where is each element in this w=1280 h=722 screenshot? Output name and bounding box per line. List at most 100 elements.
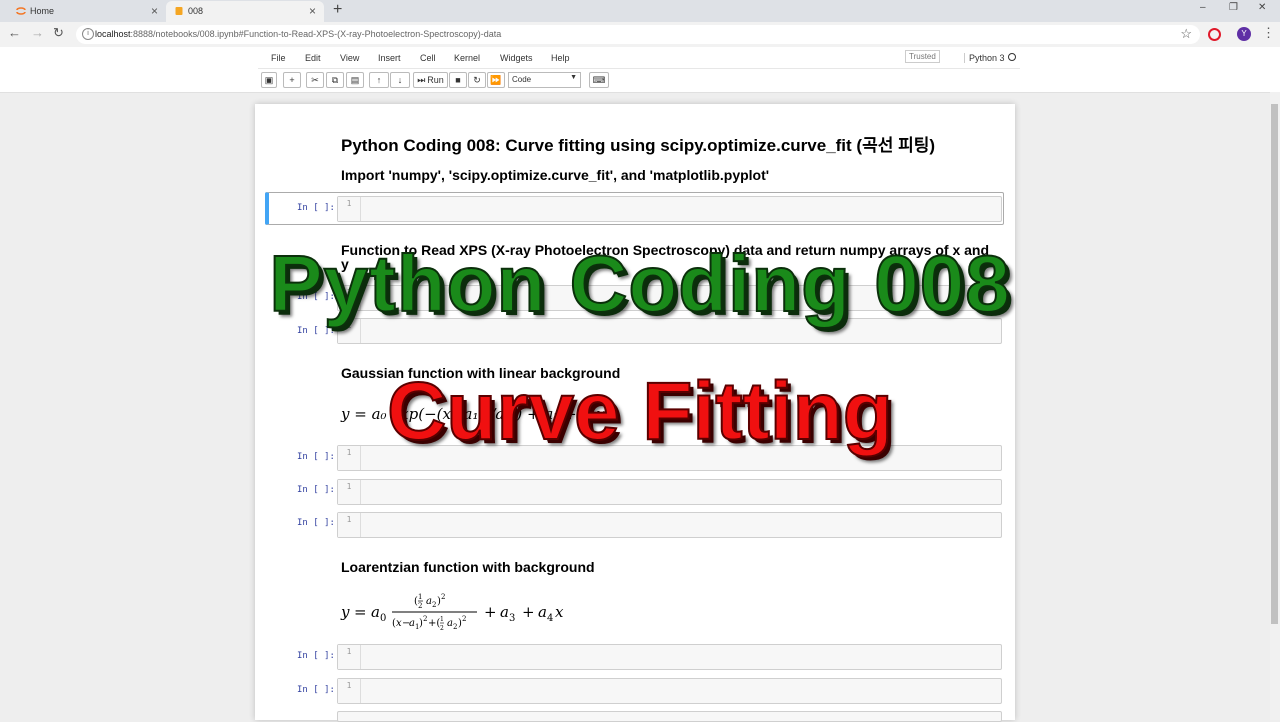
- overlay-title-line1: Python Coding 008: [268, 238, 1011, 329]
- menu-help[interactable]: Help: [551, 53, 570, 63]
- menu-edit[interactable]: Edit: [305, 53, 321, 63]
- code-cell-input[interactable]: 1: [337, 512, 1002, 538]
- restart-icon[interactable]: ↻: [468, 72, 486, 88]
- bookmark-star-icon[interactable]: ☆: [1180, 26, 1192, 42]
- back-icon[interactable]: ←: [8, 25, 21, 40]
- cell-prompt: In [ ]:: [297, 203, 335, 213]
- svg-text:2: 2: [423, 615, 427, 623]
- line-number: 1: [338, 197, 361, 221]
- menu-widgets[interactable]: Widgets: [500, 53, 533, 63]
- svg-text:+: +: [484, 603, 497, 621]
- close-tab-icon[interactable]: ×: [151, 4, 158, 18]
- browser-tab-strip: Home × 008 × + – ❐ ✕: [0, 0, 1280, 22]
- menubar: File Edit View Insert Cell Kernel Widget…: [258, 47, 1020, 69]
- svg-text:2: 2: [453, 623, 457, 631]
- svg-text:=: =: [354, 603, 367, 621]
- menu-kernel[interactable]: Kernel: [454, 53, 480, 63]
- move-down-icon[interactable]: ↓: [390, 72, 410, 88]
- run-icon: ⏭: [417, 75, 426, 85]
- url-path: :8888/notebooks/008.ipynb#Function-to-Re…: [130, 29, 502, 39]
- save-icon[interactable]: ▣: [261, 72, 277, 88]
- code-cell-input[interactable]: [337, 711, 1002, 722]
- svg-text:a: a: [500, 603, 509, 621]
- run-button[interactable]: ⏭ Run: [413, 72, 448, 88]
- import-heading: Import 'numpy', 'scipy.optimize.curve_fi…: [341, 167, 770, 183]
- new-tab-icon[interactable]: +: [333, 1, 342, 19]
- tab-notebook[interactable]: 008 ×: [166, 1, 324, 22]
- close-window-icon[interactable]: ✕: [1258, 2, 1266, 13]
- lorentzian-equation: y = a0 ( 1 2 a2 ) 2 ( x − a1 ) 2 +( 1 2 a…: [340, 593, 564, 632]
- svg-text:1: 1: [418, 593, 422, 601]
- line-number: 1: [338, 480, 361, 504]
- menu-file[interactable]: File: [271, 53, 286, 63]
- jupyter-header: File Edit View Insert Cell Kernel Widget…: [0, 47, 1280, 93]
- move-up-icon[interactable]: ↑: [369, 72, 389, 88]
- cell-type-select[interactable]: Code ▼: [508, 72, 581, 88]
- svg-text:+(: +(: [428, 618, 440, 629]
- overlay-title-line2: Curve Fitting: [386, 365, 894, 458]
- line-number: 1: [338, 645, 361, 669]
- run-label: Run: [427, 75, 444, 85]
- interrupt-icon[interactable]: ■: [449, 72, 467, 88]
- line-number: 1: [338, 513, 361, 537]
- cell-prompt: In [ ]:: [297, 651, 335, 661]
- svg-text:y: y: [340, 603, 350, 621]
- insert-cell-icon[interactable]: +: [283, 72, 301, 88]
- notebook-icon: [175, 7, 183, 15]
- notebook-title: Python Coding 008: Curve fitting using s…: [341, 136, 936, 155]
- minimize-icon[interactable]: –: [1200, 2, 1206, 13]
- restore-icon[interactable]: ❐: [1229, 2, 1238, 13]
- keyboard-icon[interactable]: ⌨: [589, 72, 609, 88]
- svg-text:3: 3: [509, 613, 515, 624]
- copy-icon[interactable]: ⧉: [326, 72, 344, 88]
- code-cell-input[interactable]: 1: [337, 644, 1002, 670]
- svg-text:x: x: [555, 603, 564, 621]
- tab-title: Home: [30, 6, 55, 16]
- lorentzian-heading: Loarentzian function with background: [341, 559, 595, 575]
- kernel-name: Python 3: [964, 53, 1005, 63]
- line-number: 1: [338, 679, 361, 703]
- address-bar[interactable]: i localhost:8888/notebooks/008.ipynb#Fun…: [76, 25, 1200, 44]
- cell-prompt: In [ ]:: [297, 485, 335, 495]
- menu-view[interactable]: View: [340, 53, 359, 63]
- svg-text:a: a: [538, 603, 547, 621]
- svg-text:2: 2: [441, 593, 445, 601]
- code-cell-input[interactable]: 1: [337, 479, 1002, 505]
- cut-icon[interactable]: ✂: [306, 72, 324, 88]
- opera-extension-icon[interactable]: [1208, 28, 1221, 41]
- forward-icon[interactable]: →: [31, 25, 44, 40]
- trusted-indicator[interactable]: Trusted: [905, 50, 940, 63]
- svg-text:2: 2: [432, 601, 436, 609]
- code-cell-input[interactable]: 1: [337, 196, 1002, 222]
- tab-home[interactable]: Home ×: [8, 1, 166, 22]
- cell-prompt: In [ ]:: [297, 518, 335, 528]
- kernel-idle-icon: [1008, 53, 1016, 61]
- site-info-icon[interactable]: i: [82, 28, 94, 40]
- svg-text:a: a: [371, 603, 380, 621]
- browser-toolbar: ← → ↻ i localhost:8888/notebooks/008.ipy…: [0, 22, 1280, 48]
- svg-text:2: 2: [418, 602, 422, 610]
- profile-avatar[interactable]: Y: [1237, 27, 1251, 41]
- svg-text:4: 4: [547, 613, 553, 624]
- url-host: localhost: [95, 29, 131, 39]
- svg-text:2: 2: [462, 615, 466, 623]
- menu-insert[interactable]: Insert: [378, 53, 401, 63]
- browser-menu-icon[interactable]: ⋮: [1262, 25, 1275, 41]
- reload-icon[interactable]: ↻: [53, 25, 64, 41]
- paste-icon[interactable]: ▤: [346, 72, 364, 88]
- code-cell-input[interactable]: 1: [337, 678, 1002, 704]
- chevron-down-icon: ▼: [570, 74, 577, 81]
- url-text: localhost:8888/notebooks/008.ipynb#Funct…: [95, 29, 501, 39]
- svg-text:1: 1: [440, 616, 444, 623]
- close-tab-icon[interactable]: ×: [309, 4, 316, 18]
- cell-prompt: In [ ]:: [297, 685, 335, 695]
- scrollbar-thumb[interactable]: [1271, 104, 1278, 624]
- svg-text:+: +: [522, 603, 535, 621]
- svg-text:0: 0: [380, 613, 386, 624]
- restart-run-all-icon[interactable]: ⏩: [487, 72, 505, 88]
- cell-type-value: Code: [512, 75, 532, 84]
- tab-title: 008: [188, 6, 204, 16]
- menu-cell[interactable]: Cell: [420, 53, 436, 63]
- svg-text:2: 2: [440, 625, 444, 632]
- jupyter-logo-icon: [16, 7, 26, 15]
